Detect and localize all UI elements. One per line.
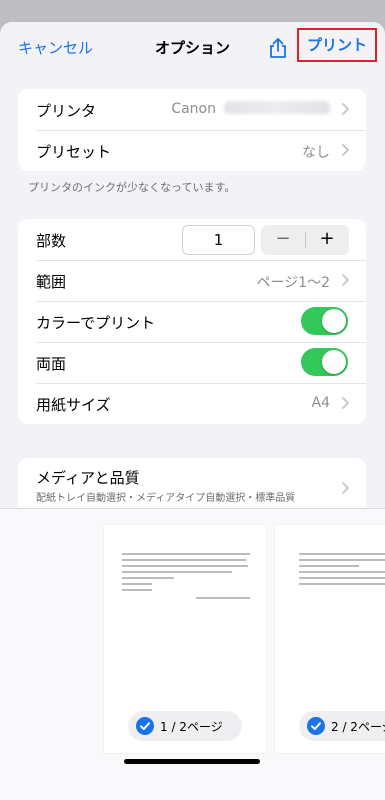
home-indicator[interactable] [124,759,260,764]
range-label: 範囲 [36,273,67,291]
text-line [196,597,250,599]
duplex-toggle[interactable] [301,348,348,376]
text-line [122,589,152,591]
checkmark-icon [307,717,325,735]
redacted-printer-model [224,101,330,114]
range-value: ページ1〜2 [256,275,330,291]
text-line [299,571,385,573]
chevron-right-icon [342,274,349,286]
range-row[interactable]: 範囲 ページ1〜2 [18,260,366,301]
checkmark-icon [136,717,154,735]
color-toggle[interactable] [301,307,348,335]
share-icon[interactable] [266,36,290,60]
text-line [299,577,385,579]
printer-label: プリンタ [36,102,97,120]
print-preview-area: 1 / 2ページ 2 / 2ページ [0,508,385,800]
copies-stepper: − + [261,225,349,255]
text-line [122,553,250,555]
text-line [122,577,174,579]
options-card: 部数 1 − + 範囲 ページ1〜2 カラーでプリント 両面 用紙サイズ A4 [18,219,366,424]
print-button[interactable]: プリント [297,28,377,62]
page-preview-1[interactable]: 1 / 2ページ [104,525,266,753]
paper-size-label: 用紙サイズ [36,396,111,414]
toggle-knob [322,350,346,374]
text-line [299,565,359,567]
nav-bar: キャンセル オプション プリント [0,22,385,72]
media-quality-subtitle: 配紙トレイ自動選択・メディアタイプ自動選択・標準品質 [36,493,296,504]
copies-row: 部数 1 − + [18,219,366,260]
preset-value: なし [302,145,330,161]
paper-size-value: A4 [311,395,330,411]
printer-card: プリンタ Canon プリセット なし [18,89,366,171]
preset-label: プリセット [36,143,112,161]
toggle-knob [322,309,346,333]
media-quality-title: メディアと品質 [36,469,140,487]
text-line [299,553,385,555]
text-line [122,571,232,573]
increment-button[interactable]: + [305,225,349,255]
ink-warning: プリンタのインクが少なくなっています。 [28,181,236,194]
text-line [122,583,152,585]
color-row: カラーでプリント [18,301,366,342]
chevron-right-icon [342,397,349,409]
copies-label: 部数 [36,232,67,250]
text-line [299,583,385,585]
color-label: カラーでプリント [36,314,156,332]
duplex-label: 両面 [36,355,67,373]
text-line [299,559,385,561]
text-line [122,559,246,561]
page-preview-2[interactable]: 2 / 2ページ [275,525,385,753]
page-badge-2[interactable]: 2 / 2ページ [299,711,385,741]
printer-value: Canon [171,101,330,117]
copies-field[interactable]: 1 [182,225,255,255]
print-options-sheet: キャンセル オプション プリント プリンタ Canon プリセット なし プリン… [0,22,385,800]
paper-size-row[interactable]: 用紙サイズ A4 [18,383,366,424]
duplex-row: 両面 [18,342,366,383]
page-label-1: 1 / 2ページ [160,720,223,734]
printer-row[interactable]: プリンタ Canon [18,89,366,130]
text-line [122,565,248,567]
preset-row[interactable]: プリセット なし [18,130,366,171]
chevron-right-icon [342,103,349,115]
page-badge-1[interactable]: 1 / 2ページ [128,711,242,741]
decrement-button[interactable]: − [261,225,305,255]
chevron-right-icon [342,482,349,494]
page-label-2: 2 / 2ページ [331,720,385,734]
chevron-right-icon [342,144,349,156]
